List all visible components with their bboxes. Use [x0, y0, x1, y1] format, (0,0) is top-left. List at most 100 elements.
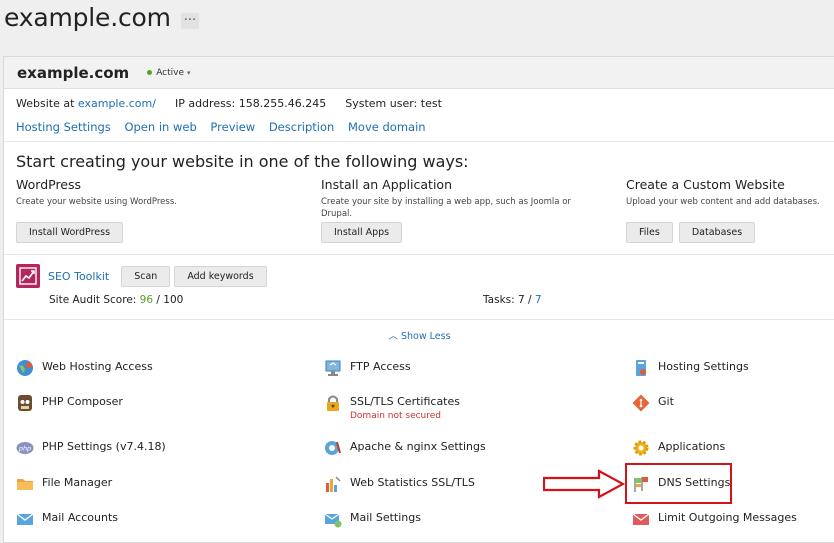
custom-website-buttons: Files Databases: [626, 222, 756, 243]
tool-php-settings[interactable]: php PHP Settings (v7.4.18): [16, 439, 166, 457]
show-less-label: Show Less: [401, 331, 451, 342]
wordpress-option: WordPress Create your website using Word…: [16, 177, 306, 208]
globe-user-icon: [16, 359, 34, 377]
tasks-total-link[interactable]: 7: [535, 294, 542, 306]
start-section-title: Start creating your website in one of th…: [16, 152, 469, 171]
tool-file-manager[interactable]: File Manager: [16, 475, 112, 493]
website-url-link[interactable]: example.com/: [78, 97, 156, 110]
ssl-warning-text: Domain not secured: [350, 411, 442, 421]
tool-limit-outgoing-messages[interactable]: Limit Outgoing Messages: [632, 510, 797, 528]
add-keywords-button[interactable]: Add keywords: [174, 265, 267, 287]
git-icon: [632, 394, 650, 412]
divider: [4, 254, 834, 255]
php-icon: php: [16, 439, 34, 457]
tool-apache-nginx-settings[interactable]: Apache & nginx Settings: [324, 439, 486, 457]
domain-info: Website at example.com/ IP address: 158.…: [16, 97, 442, 110]
gear-icon: [632, 439, 650, 457]
stats-icon: [324, 475, 342, 493]
install-wordpress-button[interactable]: Install WordPress: [16, 222, 124, 243]
install-app-desc: Create your site by installing a web app…: [321, 197, 571, 219]
tool-label: Limit Outgoing Messages: [658, 511, 797, 524]
chevron-down-icon: ▾: [187, 68, 191, 77]
tool-label: Web Statistics SSL/TLS: [350, 476, 475, 489]
tool-php-composer[interactable]: PHP Composer: [16, 394, 123, 412]
hosting-settings-link[interactable]: Hosting Settings: [16, 120, 111, 134]
chevron-up-icon: ︿: [388, 331, 398, 342]
seo-toolkit-icon[interactable]: [16, 264, 40, 288]
wordpress-desc: Create your website using WordPress.: [16, 197, 177, 207]
files-button[interactable]: Files: [626, 222, 673, 243]
tool-label: Git: [658, 395, 674, 408]
tool-git[interactable]: Git: [632, 394, 674, 412]
status-label: Active: [156, 67, 185, 78]
install-app-option: Install an Application Create your site …: [321, 177, 601, 220]
scan-button[interactable]: Scan: [121, 265, 171, 287]
folder-icon: [16, 475, 34, 493]
hosting-settings-icon: [632, 359, 650, 377]
tool-label: Mail Settings: [350, 511, 421, 524]
divider: [4, 141, 834, 142]
tool-ftp-access[interactable]: FTP Access: [324, 359, 411, 377]
tool-applications[interactable]: Applications: [632, 439, 725, 457]
lock-icon: [324, 394, 342, 412]
tool-label: Mail Accounts: [42, 511, 118, 524]
tool-label: FTP Access: [350, 360, 411, 373]
databases-button[interactable]: Databases: [678, 222, 756, 243]
domain-card-header: example.com Active ▾: [4, 57, 834, 89]
seo-tasks: Tasks: 7 / 7: [483, 294, 542, 306]
preview-link[interactable]: Preview: [210, 120, 255, 134]
tool-label: PHP Composer: [42, 395, 123, 408]
open-in-web-link[interactable]: Open in web: [124, 120, 196, 134]
annotation-arrow-icon: [543, 469, 625, 499]
tool-mail-settings[interactable]: Mail Settings: [324, 510, 421, 528]
svg-text:php: php: [18, 445, 31, 453]
tasks-label: Tasks:: [483, 294, 515, 306]
install-app-buttons: Install Apps: [321, 222, 403, 243]
composer-icon: [16, 394, 34, 412]
website-at-label: Website at: [16, 97, 75, 110]
tool-ssl-tls-certificates[interactable]: SSL/TLS Certificates Domain not secured: [324, 394, 460, 422]
custom-website-title: Create a Custom Website: [626, 177, 785, 192]
wordpress-buttons: Install WordPress: [16, 222, 124, 243]
wordpress-title: WordPress: [16, 177, 82, 192]
description-link[interactable]: Description: [269, 120, 335, 134]
audit-score-max: / 100: [156, 294, 184, 306]
status-dropdown[interactable]: Active ▾: [147, 67, 191, 78]
tool-label: Applications: [658, 440, 726, 453]
tool-label: PHP Settings (v7.4.18): [42, 440, 166, 453]
audit-label: Site Audit Score:: [49, 294, 137, 306]
tool-label: File Manager: [42, 476, 113, 489]
site-audit-score: Site Audit Score: 96 / 100: [49, 294, 183, 306]
page-header: example.com ···: [4, 0, 200, 34]
seo-toolkit-row: SEO Toolkit Scan Add keywords: [16, 264, 271, 288]
ip-label: IP address:: [174, 97, 236, 110]
tool-web-statistics[interactable]: Web Statistics SSL/TLS: [324, 475, 475, 493]
tool-label: Apache & nginx Settings: [350, 440, 486, 453]
mail-icon: [16, 510, 34, 528]
domain-card: example.com Active ▾ Website at example.…: [3, 56, 834, 543]
more-options-button[interactable]: ···: [180, 13, 200, 29]
apache-icon: [324, 439, 342, 457]
custom-website-desc: Upload your web content and add database…: [626, 197, 820, 207]
mail-limit-icon: [632, 510, 650, 528]
domain-links: Hosting Settings Open in web Preview Des…: [16, 120, 436, 134]
page-title: example.com: [4, 2, 171, 32]
tasks-done: 7 /: [518, 294, 532, 306]
mail-settings-icon: [324, 510, 342, 528]
system-user-label: System user:: [345, 97, 418, 110]
tool-web-hosting-access[interactable]: Web Hosting Access: [16, 359, 153, 377]
install-apps-button[interactable]: Install Apps: [321, 222, 403, 243]
system-user-value: test: [420, 97, 442, 110]
tool-label: Hosting Settings: [658, 360, 749, 373]
status-dot-icon: [147, 70, 153, 75]
install-app-title: Install an Application: [321, 177, 452, 192]
tool-label: SSL/TLS Certificates: [350, 395, 460, 408]
seo-toolkit-link[interactable]: SEO Toolkit: [48, 270, 109, 283]
domain-name: example.com: [17, 63, 130, 82]
dns-settings-highlight-box: [625, 463, 732, 504]
tool-hosting-settings[interactable]: Hosting Settings: [632, 359, 749, 377]
ip-value: 158.255.46.245: [238, 97, 327, 110]
move-domain-link[interactable]: Move domain: [348, 120, 426, 134]
tool-mail-accounts[interactable]: Mail Accounts: [16, 510, 118, 528]
show-less-toggle[interactable]: ︿ Show Less: [4, 328, 834, 342]
